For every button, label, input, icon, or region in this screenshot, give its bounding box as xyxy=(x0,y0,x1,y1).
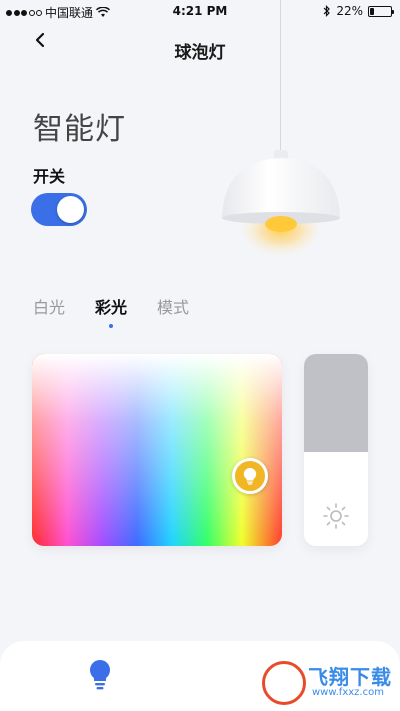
status-right: 22% xyxy=(323,4,394,18)
status-bar: 中国联通 4:21 PM 22% xyxy=(0,0,400,22)
battery-icon xyxy=(368,5,394,17)
lamp-illustration-icon xyxy=(222,150,340,256)
switch-label: 开关 xyxy=(33,167,66,186)
tab-mode[interactable]: 模式 xyxy=(157,294,189,318)
watermark-logo-icon xyxy=(262,661,306,705)
battery-percent: 22% xyxy=(336,4,363,18)
battery-fill xyxy=(370,7,375,15)
device-name: 智能灯 xyxy=(33,112,126,147)
power-toggle[interactable] xyxy=(31,193,87,226)
watermark-url: www.fxxz.com xyxy=(312,687,384,698)
active-tab-indicator xyxy=(109,324,114,328)
lamp-cord xyxy=(280,0,281,158)
color-picker-handle[interactable] xyxy=(232,458,268,494)
bluetooth-icon xyxy=(323,5,331,17)
sun-icon xyxy=(323,503,349,529)
bulb-tab-icon[interactable] xyxy=(88,659,112,691)
brightness-track-fill xyxy=(304,354,368,452)
toggle-knob xyxy=(57,196,84,223)
bottom-tab-bar: 飞翔下载 www.fxxz.com xyxy=(0,641,400,711)
bulb-icon xyxy=(243,467,257,485)
color-picker-panel[interactable] xyxy=(32,354,282,546)
watermark-text: 飞翔下载 xyxy=(308,665,392,689)
light-mode-tabs: 白光 彩光 模式 xyxy=(33,294,189,328)
tab-color-light[interactable]: 彩光 xyxy=(95,294,128,328)
page-title: 球泡灯 xyxy=(174,43,226,63)
tab-color-light-label: 彩光 xyxy=(95,298,128,317)
watermark-logo: 飞翔下载 www.fxxz.com xyxy=(262,659,392,705)
saturation-overlay xyxy=(32,354,282,546)
tab-white-light[interactable]: 白光 xyxy=(33,294,65,318)
brightness-slider[interactable] xyxy=(304,354,368,546)
